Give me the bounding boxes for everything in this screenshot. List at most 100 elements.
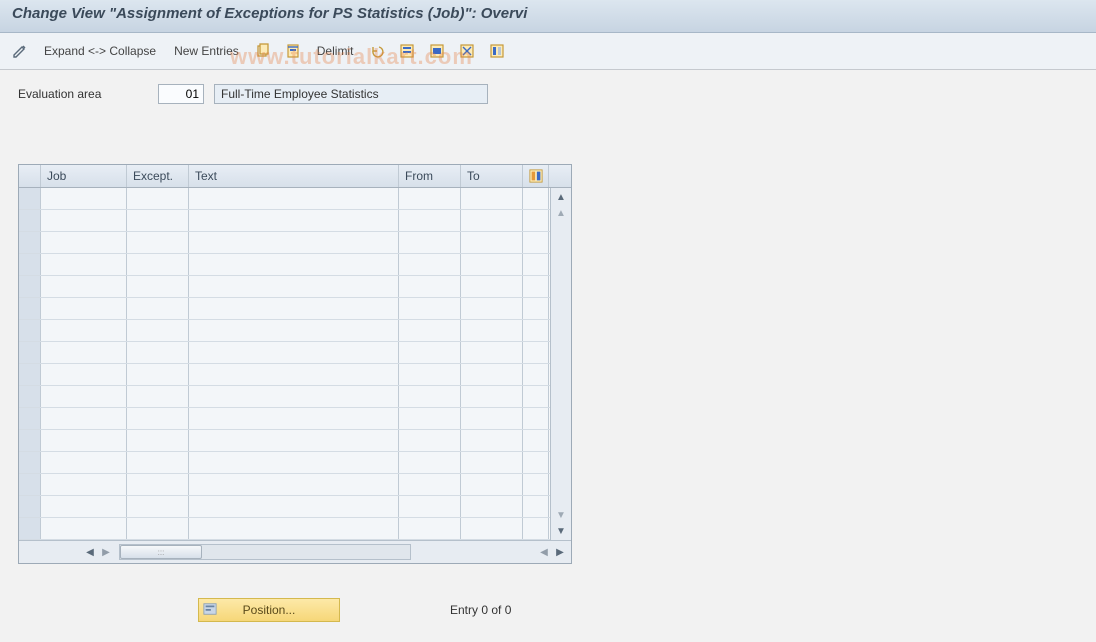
scroll-up2-icon[interactable]: ▲ bbox=[554, 206, 568, 220]
cell-text[interactable] bbox=[189, 276, 399, 297]
cell-except[interactable] bbox=[127, 188, 189, 209]
cell-job[interactable] bbox=[41, 364, 127, 385]
cell-text[interactable] bbox=[189, 232, 399, 253]
scroll-down2-icon[interactable]: ▼ bbox=[554, 508, 568, 522]
table-row[interactable] bbox=[19, 210, 550, 232]
cell-except[interactable] bbox=[127, 364, 189, 385]
col-header-text[interactable]: Text bbox=[189, 165, 399, 187]
cell-text[interactable] bbox=[189, 210, 399, 231]
cell-to[interactable] bbox=[461, 518, 523, 539]
cell-to[interactable] bbox=[461, 474, 523, 495]
cell-job[interactable] bbox=[41, 254, 127, 275]
select-block-icon[interactable] bbox=[427, 41, 447, 61]
cell-from[interactable] bbox=[399, 210, 461, 231]
copy-icon[interactable] bbox=[253, 41, 273, 61]
cell-to[interactable] bbox=[461, 320, 523, 341]
vertical-scrollbar[interactable]: ▲ ▲ ▼ ▼ bbox=[550, 188, 571, 540]
row-selector[interactable] bbox=[19, 254, 41, 275]
scroll-up-icon[interactable]: ▲ bbox=[554, 190, 568, 204]
cell-job[interactable] bbox=[41, 342, 127, 363]
cell-job[interactable] bbox=[41, 298, 127, 319]
cell-from[interactable] bbox=[399, 342, 461, 363]
cell-from[interactable] bbox=[399, 188, 461, 209]
table-row[interactable] bbox=[19, 364, 550, 386]
cell-from[interactable] bbox=[399, 320, 461, 341]
cell-except[interactable] bbox=[127, 254, 189, 275]
cell-except[interactable] bbox=[127, 232, 189, 253]
config-icon[interactable] bbox=[487, 41, 507, 61]
cell-except[interactable] bbox=[127, 430, 189, 451]
table-row[interactable] bbox=[19, 430, 550, 452]
cell-text[interactable] bbox=[189, 364, 399, 385]
cell-from[interactable] bbox=[399, 364, 461, 385]
table-row[interactable] bbox=[19, 474, 550, 496]
row-selector[interactable] bbox=[19, 342, 41, 363]
cell-except[interactable] bbox=[127, 452, 189, 473]
cell-to[interactable] bbox=[461, 188, 523, 209]
scroll-left2-icon[interactable]: ▶ bbox=[99, 545, 113, 559]
cell-to[interactable] bbox=[461, 430, 523, 451]
cell-except[interactable] bbox=[127, 342, 189, 363]
cell-to[interactable] bbox=[461, 408, 523, 429]
cell-except[interactable] bbox=[127, 408, 189, 429]
scroll-down-icon[interactable]: ▼ bbox=[554, 524, 568, 538]
row-selector[interactable] bbox=[19, 496, 41, 517]
cell-text[interactable] bbox=[189, 408, 399, 429]
cell-text[interactable] bbox=[189, 342, 399, 363]
table-row[interactable] bbox=[19, 232, 550, 254]
select-all-icon[interactable] bbox=[397, 41, 417, 61]
col-header-to[interactable]: To bbox=[461, 165, 523, 187]
cell-except[interactable] bbox=[127, 298, 189, 319]
table-row[interactable] bbox=[19, 496, 550, 518]
cell-from[interactable] bbox=[399, 408, 461, 429]
evaluation-area-code-input[interactable] bbox=[158, 84, 204, 104]
cell-job[interactable] bbox=[41, 276, 127, 297]
grid-config-icon[interactable] bbox=[523, 165, 549, 187]
cell-except[interactable] bbox=[127, 320, 189, 341]
delimit-button[interactable]: Delimit bbox=[313, 42, 358, 60]
undo-icon[interactable] bbox=[367, 41, 387, 61]
cell-text[interactable] bbox=[189, 452, 399, 473]
table-row[interactable] bbox=[19, 276, 550, 298]
cell-text[interactable] bbox=[189, 188, 399, 209]
cell-from[interactable] bbox=[399, 518, 461, 539]
table-row[interactable] bbox=[19, 518, 550, 540]
cell-from[interactable] bbox=[399, 276, 461, 297]
cell-text[interactable] bbox=[189, 298, 399, 319]
cell-except[interactable] bbox=[127, 210, 189, 231]
cell-to[interactable] bbox=[461, 496, 523, 517]
cell-from[interactable] bbox=[399, 430, 461, 451]
hscroll-track[interactable]: ::: bbox=[119, 544, 411, 560]
table-row[interactable] bbox=[19, 408, 550, 430]
cell-to[interactable] bbox=[461, 232, 523, 253]
scroll-right-icon[interactable]: ▶ bbox=[553, 545, 567, 559]
cell-except[interactable] bbox=[127, 474, 189, 495]
table-row[interactable] bbox=[19, 188, 550, 210]
toggle-edit-icon[interactable] bbox=[10, 41, 30, 61]
cell-except[interactable] bbox=[127, 518, 189, 539]
evaluation-area-text-input[interactable] bbox=[214, 84, 488, 104]
row-selector[interactable] bbox=[19, 518, 41, 539]
table-row[interactable] bbox=[19, 386, 550, 408]
row-selector[interactable] bbox=[19, 320, 41, 341]
cell-job[interactable] bbox=[41, 210, 127, 231]
cell-text[interactable] bbox=[189, 496, 399, 517]
grid-select-all-corner[interactable] bbox=[19, 165, 41, 187]
cell-text[interactable] bbox=[189, 430, 399, 451]
cell-except[interactable] bbox=[127, 386, 189, 407]
table-row[interactable] bbox=[19, 298, 550, 320]
cell-to[interactable] bbox=[461, 342, 523, 363]
row-selector[interactable] bbox=[19, 298, 41, 319]
horizontal-scrollbar[interactable]: ◀ ▶ ::: ◀ ▶ bbox=[19, 540, 571, 563]
cell-text[interactable] bbox=[189, 320, 399, 341]
cell-to[interactable] bbox=[461, 254, 523, 275]
cell-text[interactable] bbox=[189, 474, 399, 495]
hscroll-thumb[interactable]: ::: bbox=[120, 545, 202, 559]
cell-from[interactable] bbox=[399, 474, 461, 495]
cell-to[interactable] bbox=[461, 298, 523, 319]
cell-job[interactable] bbox=[41, 320, 127, 341]
cell-except[interactable] bbox=[127, 496, 189, 517]
cell-from[interactable] bbox=[399, 232, 461, 253]
cell-from[interactable] bbox=[399, 452, 461, 473]
table-row[interactable] bbox=[19, 452, 550, 474]
